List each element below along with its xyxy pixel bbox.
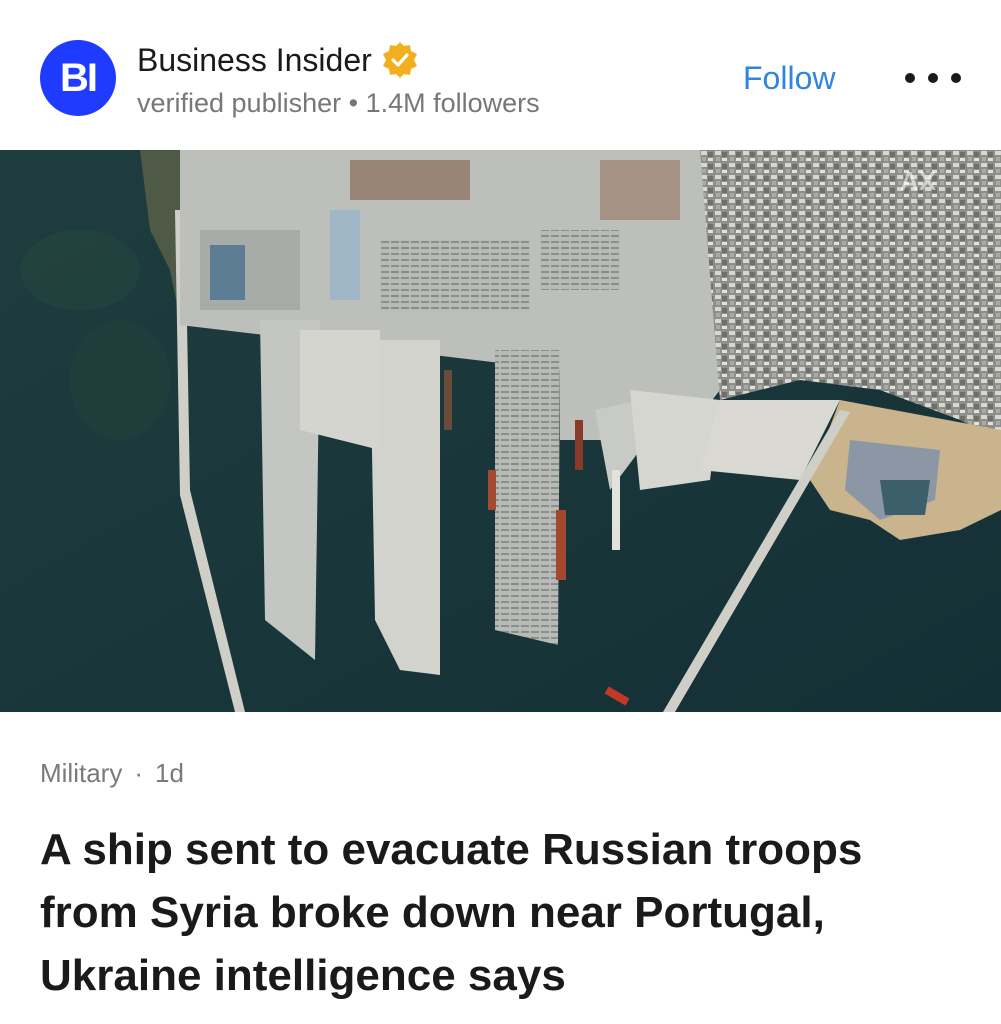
publisher-logo[interactable]: BI bbox=[40, 40, 116, 116]
article-age: 1d bbox=[155, 758, 184, 788]
more-dot bbox=[951, 73, 961, 83]
image-watermark: AX bbox=[900, 166, 937, 196]
follow-button[interactable]: Follow bbox=[743, 60, 835, 97]
publisher-name-row[interactable]: Business Insider bbox=[137, 40, 420, 80]
follower-count: 1.4M followers bbox=[365, 88, 540, 118]
article-meta: Military · 1d bbox=[40, 758, 184, 789]
more-dot bbox=[905, 73, 915, 83]
more-dot bbox=[928, 73, 938, 83]
publisher-subtitle: verified publisher bbox=[137, 88, 342, 118]
meta-dot: · bbox=[134, 758, 144, 788]
publisher-header: BI Business Insider verified publisher •… bbox=[0, 0, 1001, 150]
logo-text: BI bbox=[60, 55, 98, 100]
article-headline[interactable]: A ship sent to evacuate Russian troops f… bbox=[40, 818, 970, 1007]
verified-check-icon bbox=[382, 42, 417, 78]
publisher-name[interactable]: Business Insider bbox=[137, 42, 372, 79]
hero-image[interactable]: AX bbox=[0, 150, 1001, 712]
publisher-meta: verified publisher • 1.4M followers bbox=[137, 88, 540, 119]
meta-separator: • bbox=[348, 88, 359, 118]
satellite-port-image: AX bbox=[0, 150, 1001, 712]
more-options-icon[interactable] bbox=[905, 62, 961, 94]
article-category[interactable]: Military bbox=[40, 758, 122, 788]
